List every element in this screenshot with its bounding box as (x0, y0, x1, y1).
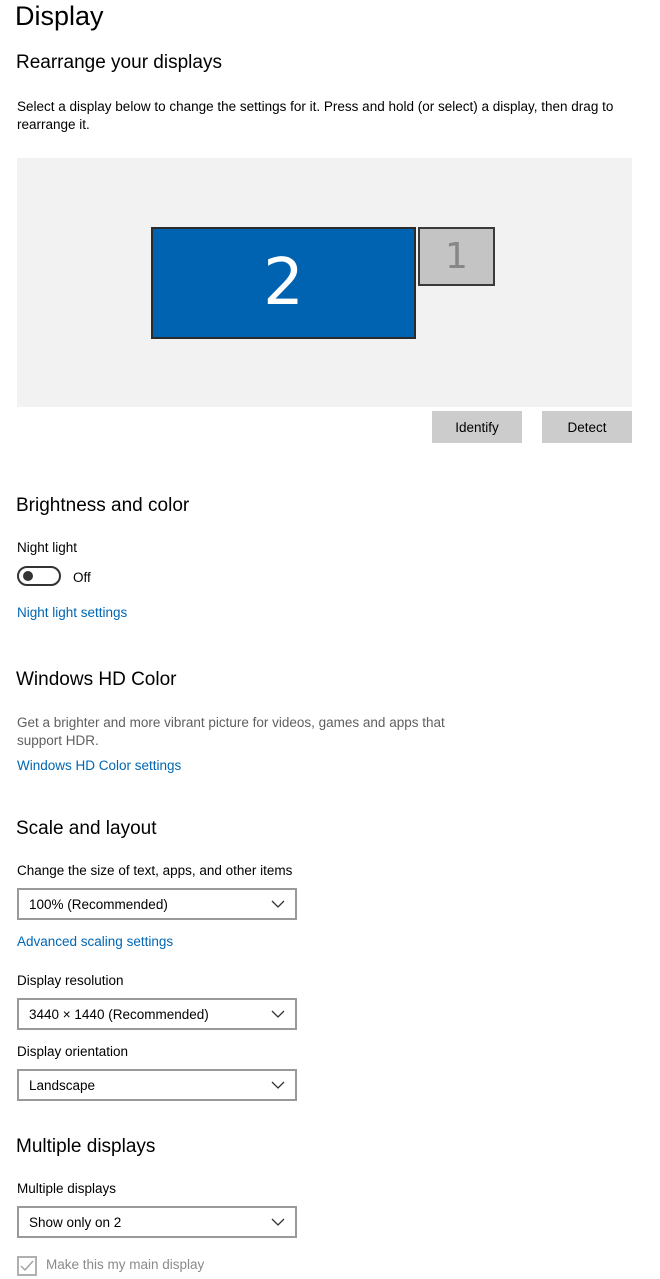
chevron-down-icon (271, 1081, 285, 1089)
scale-dropdown[interactable]: 100% (Recommended) (17, 888, 297, 920)
orientation-dropdown[interactable]: Landscape (17, 1069, 297, 1101)
multiple-displays-label: Multiple displays (17, 1181, 117, 1196)
hdr-settings-link[interactable]: Windows HD Color settings (17, 757, 181, 775)
brightness-section-title: Brightness and color (16, 495, 190, 516)
chevron-down-icon (271, 1218, 285, 1226)
chevron-down-icon (271, 1010, 285, 1018)
night-light-toggle[interactable] (17, 566, 61, 586)
advanced-scaling-link[interactable]: Advanced scaling settings (17, 933, 173, 951)
night-light-state: Off (73, 570, 91, 585)
toggle-knob (23, 571, 33, 581)
night-light-settings-link[interactable]: Night light settings (17, 604, 127, 622)
checkmark-icon (20, 1260, 34, 1272)
chevron-down-icon (271, 900, 285, 908)
main-display-label: Make this my main display (46, 1257, 205, 1272)
main-display-checkbox[interactable] (17, 1256, 37, 1276)
display-1-number: 1 (445, 236, 468, 277)
resolution-dropdown[interactable]: 3440 × 1440 (Recommended) (17, 998, 297, 1030)
orientation-dropdown-value: Landscape (29, 1078, 96, 1093)
display-2-tile[interactable]: 2 (151, 227, 416, 339)
display-1-tile[interactable]: 1 (418, 227, 495, 286)
hdr-description: Get a brighter and more vibrant picture … (17, 715, 445, 748)
scale-section-title: Scale and layout (16, 818, 157, 839)
display-arrangement-area[interactable]: 2 1 (17, 158, 632, 407)
scale-dropdown-value: 100% (Recommended) (29, 897, 168, 912)
identify-button[interactable]: Identify (432, 411, 522, 443)
resolution-label: Display resolution (17, 973, 124, 988)
detect-button[interactable]: Detect (542, 411, 632, 443)
orientation-label: Display orientation (17, 1044, 129, 1059)
rearrange-description: Select a display below to change the set… (17, 99, 614, 132)
scale-size-label: Change the size of text, apps, and other… (17, 863, 293, 878)
multiple-displays-section-title: Multiple displays (16, 1136, 156, 1157)
hdr-section-title: Windows HD Color (16, 669, 177, 690)
multiple-displays-dropdown-value: Show only on 2 (29, 1215, 122, 1230)
multiple-displays-dropdown[interactable]: Show only on 2 (17, 1206, 297, 1238)
resolution-dropdown-value: 3440 × 1440 (Recommended) (29, 1007, 209, 1022)
night-light-label: Night light (17, 540, 78, 555)
page-title: Display (15, 1, 104, 31)
display-2-number: 2 (263, 246, 304, 320)
rearrange-section-title: Rearrange your displays (16, 52, 222, 73)
